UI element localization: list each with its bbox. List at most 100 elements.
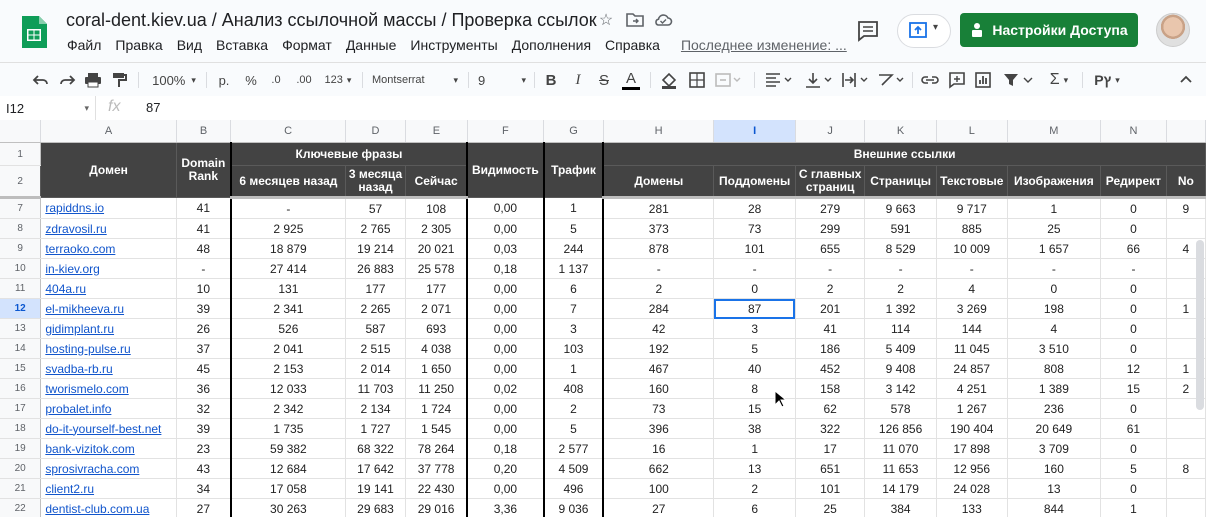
- menu-data[interactable]: Данные: [339, 37, 404, 57]
- insert-link-icon[interactable]: [920, 69, 940, 91]
- cell[interactable]: 16: [602, 438, 715, 459]
- cell[interactable]: 467: [602, 358, 715, 379]
- row-number[interactable]: 19: [0, 438, 42, 459]
- cell[interactable]: 20 021: [405, 238, 468, 259]
- cell[interactable]: -: [1007, 258, 1102, 279]
- cell[interactable]: -: [176, 258, 232, 279]
- subheader[interactable]: Сейчас: [405, 165, 468, 199]
- cell[interactable]: 73: [713, 218, 796, 239]
- cell[interactable]: [1166, 498, 1206, 517]
- cell[interactable]: 2 342: [229, 398, 346, 419]
- subheader[interactable]: Изображения: [1006, 165, 1102, 199]
- cell[interactable]: 2 765: [345, 218, 407, 239]
- domain-link[interactable]: client2.ru: [40, 478, 177, 499]
- cell[interactable]: 19 214: [345, 238, 407, 259]
- cell[interactable]: 7: [542, 298, 604, 319]
- cell[interactable]: [1166, 418, 1206, 439]
- spreadsheet-grid[interactable]: A B C D E F G H I J K L M N 1 Домен Domain Rank Ключевые …: [0, 120, 1206, 517]
- move-folder-icon[interactable]: [625, 11, 645, 29]
- row-number[interactable]: 1: [0, 142, 42, 166]
- cell[interactable]: 36: [176, 378, 232, 399]
- avatar[interactable]: [1156, 13, 1190, 47]
- cell[interactable]: 578: [864, 398, 937, 419]
- text-wrapping-icon[interactable]: [840, 69, 870, 91]
- cell[interactable]: 0,00: [466, 418, 545, 439]
- cell[interactable]: 0,00: [466, 278, 545, 299]
- domain-link[interactable]: sprosivracha.com: [40, 458, 177, 479]
- cell[interactable]: 0: [1007, 278, 1102, 299]
- cell[interactable]: 2 341: [229, 298, 346, 319]
- cell[interactable]: 12 033: [229, 378, 346, 399]
- cell[interactable]: 37 778: [405, 458, 468, 479]
- cell[interactable]: 0,00: [466, 398, 545, 419]
- cell[interactable]: 3: [713, 318, 796, 339]
- cell[interactable]: [1166, 438, 1206, 459]
- menu-insert[interactable]: Вставка: [209, 37, 275, 57]
- subheader[interactable]: 6 месяцев назад: [229, 165, 346, 199]
- menu-help[interactable]: Справка: [598, 37, 667, 57]
- paint-format-icon[interactable]: [110, 69, 128, 91]
- cell[interactable]: 29 016: [405, 498, 468, 517]
- header-traffic[interactable]: Трафик: [542, 142, 604, 198]
- cell[interactable]: 0,18: [466, 258, 545, 279]
- cell[interactable]: 126 856: [864, 418, 937, 439]
- cell[interactable]: 396: [602, 418, 715, 439]
- subheader[interactable]: No: [1165, 165, 1206, 199]
- bold-button[interactable]: B: [543, 69, 559, 91]
- cell[interactable]: 1: [542, 197, 604, 219]
- cell[interactable]: 25 578: [405, 258, 468, 279]
- cell[interactable]: 0: [1100, 478, 1167, 499]
- cell[interactable]: 38: [713, 418, 796, 439]
- font-family-select[interactable]: Montserrat ▾: [372, 69, 458, 91]
- column-header[interactable]: C: [230, 120, 346, 143]
- cell[interactable]: -: [864, 258, 937, 279]
- cell[interactable]: 0: [1100, 318, 1167, 339]
- cell[interactable]: 0,00: [466, 218, 545, 239]
- subheader[interactable]: Страницы: [864, 165, 937, 199]
- cell[interactable]: 281: [602, 197, 715, 219]
- subheader[interactable]: 3 месяца назад: [344, 165, 407, 199]
- cell[interactable]: 34: [176, 478, 232, 499]
- cell[interactable]: 41: [795, 318, 866, 339]
- domain-link[interactable]: terraoko.com: [40, 238, 177, 259]
- column-header[interactable]: K: [864, 120, 937, 143]
- cell[interactable]: 0: [1100, 438, 1167, 459]
- cell[interactable]: 1: [1100, 498, 1167, 517]
- column-header[interactable]: M: [1007, 120, 1102, 143]
- cell[interactable]: 28: [713, 197, 796, 219]
- last-edit-link[interactable]: Последнее изменение: ...: [667, 37, 854, 57]
- cell[interactable]: 662: [602, 458, 715, 479]
- cell[interactable]: 0,00: [466, 197, 545, 219]
- domain-link[interactable]: do-it-yourself-best.net: [40, 418, 177, 439]
- cell[interactable]: 693: [405, 318, 468, 339]
- cell[interactable]: 885: [936, 218, 1008, 239]
- text-color-button[interactable]: A: [622, 69, 640, 90]
- cell[interactable]: -: [229, 197, 346, 219]
- cell[interactable]: 39: [176, 418, 232, 439]
- menu-file[interactable]: Файл: [60, 37, 108, 57]
- cell[interactable]: 198: [1007, 298, 1102, 319]
- cell[interactable]: 1 650: [405, 358, 468, 379]
- cell[interactable]: [1166, 478, 1206, 499]
- cell[interactable]: 2 153: [229, 358, 346, 379]
- cell[interactable]: 3 709: [1007, 438, 1102, 459]
- row-number[interactable]: 20: [0, 458, 42, 479]
- merge-cells-icon[interactable]: [714, 69, 742, 91]
- cell[interactable]: 299: [795, 218, 866, 239]
- cell[interactable]: 0,00: [466, 358, 545, 379]
- column-header[interactable]: E: [405, 120, 468, 143]
- cell[interactable]: -: [713, 258, 796, 279]
- cell[interactable]: 4 509: [542, 458, 604, 479]
- fill-color-icon[interactable]: [660, 69, 678, 91]
- row-number[interactable]: 7: [0, 197, 42, 219]
- cell[interactable]: 496: [542, 478, 604, 499]
- cell[interactable]: 11 703: [345, 378, 407, 399]
- cell[interactable]: 9 408: [864, 358, 937, 379]
- cell[interactable]: 5: [542, 218, 604, 239]
- cell[interactable]: 3,36: [466, 498, 545, 517]
- domain-link[interactable]: rapiddns.io: [40, 197, 177, 219]
- filter-icon[interactable]: [1002, 69, 1020, 91]
- cell[interactable]: 2 134: [345, 398, 407, 419]
- cell[interactable]: -: [936, 258, 1008, 279]
- row-number[interactable]: 9: [0, 238, 42, 259]
